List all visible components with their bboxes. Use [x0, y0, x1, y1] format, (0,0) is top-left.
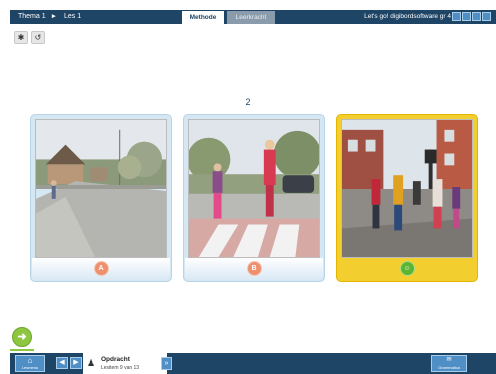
expand-button[interactable]: » [161, 357, 172, 370]
correct-smiley-icon: ☺ [399, 261, 415, 276]
scene-photo-b [188, 119, 320, 258]
card-footer-b: B [185, 258, 323, 280]
chevron-right-icon: ▶ [73, 359, 79, 366]
task-panel: ♟ Opdracht Lesitem 9 van 13 [83, 353, 167, 374]
reset-icon: ↺ [34, 33, 42, 42]
top-bar: Thema 1 ▸ Les 1 Methode Leerkracht Let's… [10, 10, 496, 24]
task-step: Lesitem 9 van 13 [101, 365, 140, 371]
info-icon[interactable] [472, 12, 481, 21]
close-icon[interactable] [482, 12, 491, 21]
answer-badge-a: A [93, 261, 109, 276]
lesmenu-label: Lesmenu [21, 365, 39, 370]
answer-card-b[interactable]: B [183, 114, 325, 282]
app-title: Let's go! digibordsoftware gr 4 [364, 13, 451, 20]
card-footer-a: A [32, 258, 170, 280]
bottom-bar: ⌂ Lesmenu ◀ ▶ ♟ Opdracht Lesitem 9 van 1… [10, 353, 496, 374]
task-title: Opdracht [101, 356, 130, 363]
chat-icon: ✉ [446, 357, 452, 363]
tab-methode[interactable]: Methode [182, 11, 224, 24]
next-button-underline [10, 349, 34, 351]
reset-button[interactable]: ↺ [31, 31, 45, 44]
page-number: 2 [245, 97, 251, 107]
scene-photo-c [341, 119, 473, 258]
arrow-right-icon: ➜ [17, 331, 27, 343]
minimize-icon[interactable] [452, 12, 461, 21]
lesmenu-button[interactable]: ⌂ Lesmenu [15, 355, 45, 372]
grammatica-label: Grammatica [438, 365, 460, 370]
breadcrumb-theme[interactable]: Thema 1 [18, 10, 46, 24]
grammatica-button[interactable]: ✉ Grammatica [431, 355, 467, 372]
restore-icon[interactable] [462, 12, 471, 21]
previous-button[interactable]: ◀ [56, 357, 68, 369]
answer-card-a[interactable]: A [30, 114, 172, 282]
card-footer-c: ☺ [338, 258, 476, 280]
settings-icon: ✱ [17, 33, 25, 42]
lesson-screen: Thema 1 ▸ Les 1 Methode Leerkracht Let's… [0, 0, 496, 374]
answer-badge-b: B [246, 261, 262, 276]
chevron-left-icon: ◀ [59, 359, 65, 366]
tab-leerkracht[interactable]: Leerkracht [227, 11, 275, 24]
home-icon: ⌂ [27, 356, 33, 365]
people-icon: ♟ [87, 358, 96, 368]
breadcrumb-lesson[interactable]: Les 1 [64, 10, 81, 24]
next-button[interactable]: ▶ [70, 357, 82, 369]
double-chevron-right-icon: » [164, 360, 169, 367]
scene-photo-a [35, 119, 167, 258]
answer-card-c[interactable]: ☺ [336, 114, 478, 282]
next-arrow-button[interactable]: ➜ [12, 327, 32, 347]
settings-button[interactable]: ✱ [14, 31, 28, 44]
breadcrumb-chevron-icon: ▸ [52, 13, 56, 20]
